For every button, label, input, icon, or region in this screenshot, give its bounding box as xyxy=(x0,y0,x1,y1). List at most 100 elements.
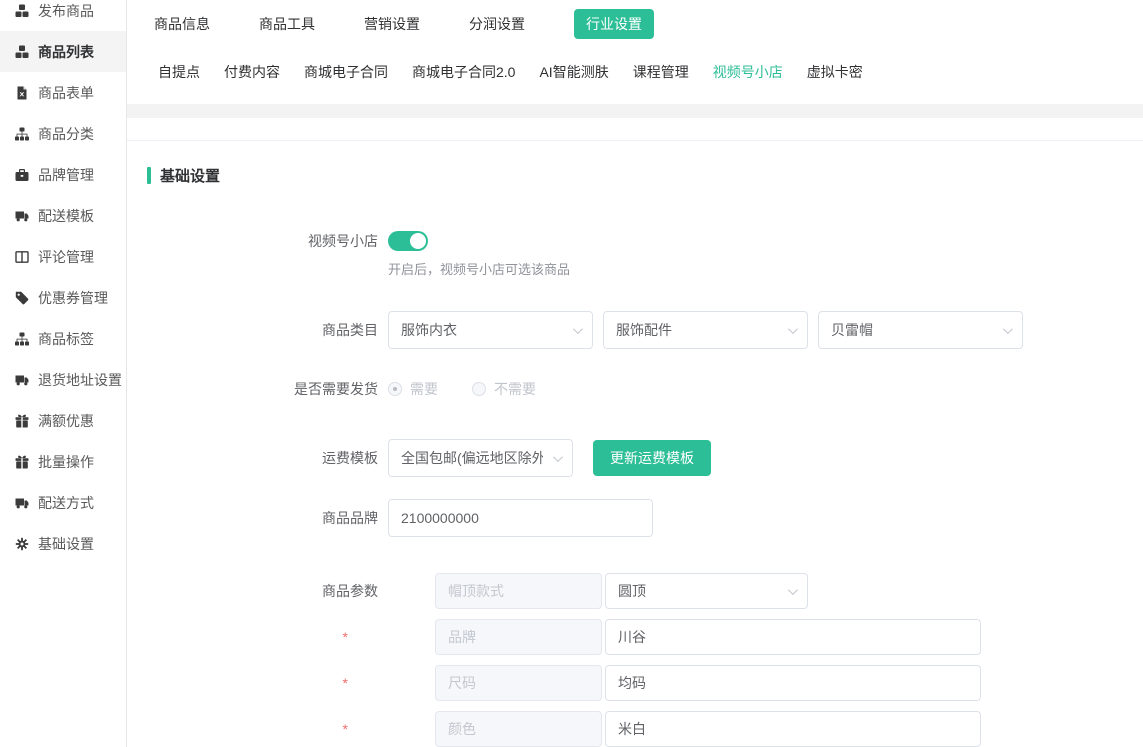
sitemap-icon xyxy=(13,126,30,141)
category-select-level-1[interactable]: 服饰内衣 xyxy=(388,311,593,349)
shipping-radio-group: 需要 不需要 xyxy=(388,379,536,399)
required-marker-col: * xyxy=(147,629,388,645)
param-value-select[interactable]: 圆顶 xyxy=(605,573,808,609)
brand-label: 商品品牌 xyxy=(147,508,388,528)
freight-row: 运费模板 全国包邮(偏远地区除外) 更新运费模板 xyxy=(147,439,1123,477)
store-toggle-switch[interactable] xyxy=(388,231,428,251)
sidebar-item-batch-operations[interactable]: 批量操作 xyxy=(0,441,126,482)
radio-option-no-need[interactable]: 不需要 xyxy=(472,379,536,399)
tab-virtual-card[interactable]: 虚拟卡密 xyxy=(806,48,864,93)
sidebar-item-product-list[interactable]: 商品列表 xyxy=(0,31,126,72)
cubes-icon xyxy=(13,44,30,59)
param-name-input xyxy=(435,711,602,747)
panel-header-strip xyxy=(127,118,1143,141)
section-title: 基础设置 xyxy=(147,165,1123,186)
store-toggle-hint: 开启后，视频号小店可选该商品 xyxy=(388,259,570,278)
sidebar-item-product-tags[interactable]: 商品标签 xyxy=(0,318,126,359)
sidebar-item-delivery-method[interactable]: 配送方式 xyxy=(0,482,126,523)
radio-option-need[interactable]: 需要 xyxy=(388,379,438,399)
main-area: 商品信息 商品工具 营销设置 分润设置 行业设置 自提点付费内容商城电子合同商城电子合同… xyxy=(127,0,1143,747)
sidebar-item-label: 配送方式 xyxy=(38,493,94,513)
briefcase-icon xyxy=(13,167,30,182)
category-select-value: 贝雷帽 xyxy=(831,320,873,340)
sidebar-item-label: 商品标签 xyxy=(38,329,94,349)
tab-profit-settings[interactable]: 分润设置 xyxy=(469,14,525,34)
toggle-knob xyxy=(410,233,426,249)
sidebar-item-full-discount[interactable]: 满额优惠 xyxy=(0,400,126,441)
param-value-input[interactable] xyxy=(605,711,981,747)
tab-product-info[interactable]: 商品信息 xyxy=(154,14,210,34)
tab-e-contract-2[interactable]: 商城电子合同2.0 xyxy=(411,48,516,93)
freight-template-select[interactable]: 全国包邮(偏远地区除外) xyxy=(388,439,573,477)
params-rows: 商品参数 圆顶 * * * xyxy=(147,573,1123,747)
param-row-1: 商品参数 圆顶 xyxy=(147,573,1123,609)
chevron-down-icon xyxy=(788,324,798,334)
param-value-input[interactable] xyxy=(605,619,981,655)
required-marker-col: * xyxy=(147,675,388,691)
tab-e-contract[interactable]: 商城电子合同 xyxy=(303,48,389,93)
sidebar-item-label: 满额优惠 xyxy=(38,411,94,431)
param-name-input xyxy=(435,573,602,609)
update-freight-template-button[interactable]: 更新运费模板 xyxy=(593,440,711,476)
params-label: 商品参数 xyxy=(147,581,388,601)
tab-industry-settings[interactable]: 行业设置 xyxy=(574,9,654,39)
sidebar-item-label: 评论管理 xyxy=(38,247,94,267)
tab-course-management[interactable]: 课程管理 xyxy=(632,48,690,93)
sidebar-item-label: 优惠券管理 xyxy=(38,288,108,308)
param-row-3: * xyxy=(147,665,1123,701)
param-value-input[interactable] xyxy=(605,665,981,701)
param-row-4: * xyxy=(147,711,1123,747)
truck-icon xyxy=(13,208,30,223)
sidebar-item-label: 退货地址设置 xyxy=(38,370,122,390)
spacer xyxy=(147,259,388,278)
chevron-down-icon xyxy=(1003,324,1013,334)
section-title-text: 基础设置 xyxy=(160,165,220,186)
category-select-value: 服饰配件 xyxy=(616,320,672,340)
sidebar-item-publish-product[interactable]: 发布商品 xyxy=(0,0,126,31)
tab-self-pickup[interactable]: 自提点 xyxy=(157,48,201,93)
gift-icon xyxy=(13,454,30,469)
sidebar-item-label: 商品分类 xyxy=(38,124,94,144)
truck-icon xyxy=(13,372,30,387)
truck-icon xyxy=(13,495,30,510)
app-window: 发布商品商品列表商品表单商品分类品牌管理配送模板评论管理优惠券管理商品标签退货地… xyxy=(0,0,1143,747)
tab-video-channel-shop[interactable]: 视频号小店 xyxy=(712,48,784,93)
store-toggle-row: 视频号小店 xyxy=(147,231,1123,251)
sidebar-item-coupon-management[interactable]: 优惠券管理 xyxy=(0,277,126,318)
radio-icon xyxy=(388,382,402,396)
brand-row: 商品品牌 xyxy=(147,499,1123,537)
tab-ai-skin-test[interactable]: AI智能测肤 xyxy=(538,48,609,93)
chevron-down-icon xyxy=(553,452,563,462)
freight-template-value: 全国包邮(偏远地区除外) xyxy=(401,448,543,468)
category-select-level-3[interactable]: 贝雷帽 xyxy=(818,311,1023,349)
chevron-down-icon xyxy=(573,324,583,334)
sidebar-menu: 发布商品商品列表商品表单商品分类品牌管理配送模板评论管理优惠券管理商品标签退货地… xyxy=(0,0,126,564)
category-label: 商品类目 xyxy=(147,320,388,340)
required-asterisk: * xyxy=(343,675,348,691)
shipping-label: 是否需要发货 xyxy=(147,379,388,399)
category-select-level-2[interactable]: 服饰配件 xyxy=(603,311,808,349)
sidebar-item-product-form[interactable]: 商品表单 xyxy=(0,72,126,113)
tab-product-tools[interactable]: 商品工具 xyxy=(259,14,315,34)
category-row: 商品类目 服饰内衣 服饰配件 贝雷帽 xyxy=(147,311,1123,349)
sidebar: 发布商品商品列表商品表单商品分类品牌管理配送模板评论管理优惠券管理商品标签退货地… xyxy=(0,0,127,747)
sidebar-item-label: 基础设置 xyxy=(38,534,94,554)
radio-label: 不需要 xyxy=(494,379,536,399)
columns-icon xyxy=(13,249,30,264)
sidebar-item-label: 品牌管理 xyxy=(38,165,94,185)
sidebar-item-delivery-template[interactable]: 配送模板 xyxy=(0,195,126,236)
tab-paid-content[interactable]: 付费内容 xyxy=(223,48,281,93)
sidebar-item-return-address[interactable]: 退货地址设置 xyxy=(0,359,126,400)
freight-label: 运费模板 xyxy=(147,448,388,468)
sidebar-item-comment-management[interactable]: 评论管理 xyxy=(0,236,126,277)
brand-input[interactable] xyxy=(388,499,653,537)
chevron-down-icon xyxy=(788,585,798,595)
sidebar-item-product-category[interactable]: 商品分类 xyxy=(0,113,126,154)
tab-marketing-settings[interactable]: 营销设置 xyxy=(364,14,420,34)
sidebar-item-basic-settings[interactable]: 基础设置 xyxy=(0,523,126,564)
sidebar-item-brand-management[interactable]: 品牌管理 xyxy=(0,154,126,195)
category-selects: 服饰内衣 服饰配件 贝雷帽 xyxy=(388,311,1023,349)
settings-panel: 基础设置 视频号小店 开启后，视频号小店可选该商品 商品类目 服饰内衣服饰配件贝 xyxy=(127,118,1143,747)
file-icon xyxy=(13,85,30,100)
store-toggle-label: 视频号小店 xyxy=(147,231,388,251)
